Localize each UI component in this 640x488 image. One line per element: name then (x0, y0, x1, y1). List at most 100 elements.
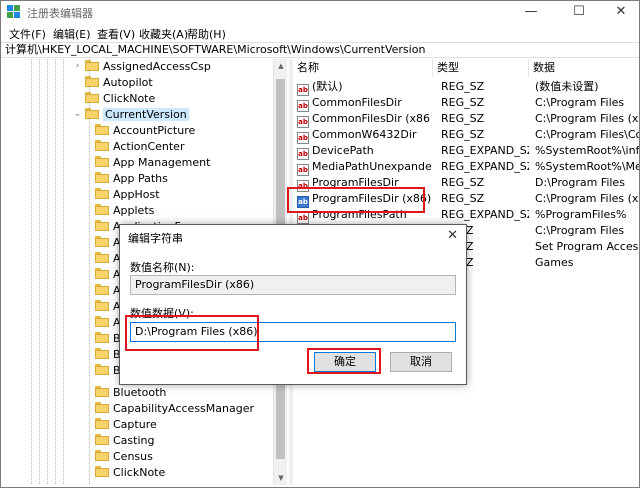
value-type: REG_SZ (441, 80, 485, 93)
cancel-button[interactable]: 取消 (390, 352, 452, 372)
tree-item[interactable]: AppHost (95, 187, 160, 203)
folder-icon (95, 316, 109, 327)
folder-icon (85, 92, 99, 103)
value-data: Set Program Access a (535, 240, 639, 253)
tree-item[interactable]: App Management (95, 155, 210, 171)
tree-guide-line (63, 59, 64, 485)
tree-item[interactable]: A (95, 267, 121, 283)
value-type: REG_SZ (441, 192, 485, 205)
tree-item-label: CapabilityAccessManager (113, 402, 254, 415)
value-data: C:\Program Files (x86) (535, 112, 639, 125)
tree-item-label: Bluetooth (113, 386, 167, 399)
value-data: %ProgramFiles% (535, 208, 627, 221)
tree-item[interactable]: AccountPicture (95, 123, 195, 139)
menu-file[interactable]: 文件(F) (9, 26, 46, 42)
folder-icon (95, 204, 109, 215)
tree-item[interactable]: B (95, 331, 121, 347)
value-name-field: ProgramFilesDir (x86) (130, 275, 456, 295)
tree-item[interactable]: B (95, 347, 121, 363)
tree-item-label: ClickNote (113, 466, 166, 479)
tree-item[interactable]: Casting (95, 433, 154, 449)
tree-item-label: ClickNote (103, 92, 156, 105)
tree-item-label: Capture (113, 418, 157, 431)
value-type: SZ (459, 255, 529, 271)
value-type: REG_SZ (441, 96, 485, 109)
column-header-data[interactable]: 数据 (529, 59, 639, 77)
tree-item[interactable]: A (95, 283, 121, 299)
folder-icon (95, 450, 109, 461)
folder-icon (85, 76, 99, 87)
dialog-close-icon[interactable]: ✕ (447, 228, 458, 243)
value-type: REG_EXPAND_SZ (441, 144, 529, 157)
tree-item-label: Applets (113, 204, 155, 217)
address-bar[interactable]: 计算机\HKEY_LOCAL_MACHINE\SOFTWARE\Microsof… (1, 42, 639, 58)
expand-arrow-icon[interactable]: › (73, 62, 82, 71)
minimize-button[interactable]: — (513, 1, 549, 23)
table-row[interactable]: ab MediaPathUnexpanded REG_EXPAND_SZ %Sys… (293, 159, 639, 176)
scroll-up-icon[interactable]: ▲ (274, 59, 288, 73)
folder-icon (95, 284, 109, 295)
value-data: D:\Program Files (535, 176, 625, 189)
highlight-box (307, 348, 381, 374)
folder-icon (95, 434, 109, 445)
tree-guide-line (31, 59, 32, 485)
value-name: DevicePath (312, 144, 374, 157)
folder-icon (95, 236, 109, 247)
collapse-arrow-icon[interactable]: ⌄ (73, 110, 82, 119)
folder-icon (95, 418, 109, 429)
folder-icon (95, 140, 109, 151)
value-type: REG_EXPAND_SZ (441, 160, 529, 173)
value-type: SZ (459, 223, 529, 239)
tree-item[interactable]: A (95, 235, 121, 251)
tree-item[interactable]: App Paths (95, 171, 168, 187)
table-row[interactable]: ab CommonFilesDir REG_SZ C:\Program Files (293, 95, 639, 112)
tree-item[interactable]: Bluetooth (95, 385, 166, 401)
tree-item[interactable]: B (95, 363, 121, 379)
tree-item[interactable]: A (95, 315, 121, 331)
table-row[interactable]: ab (默认) REG_SZ (数值未设置) (293, 79, 639, 96)
tree-item[interactable]: A (95, 251, 121, 267)
column-header-type[interactable]: 类型 (433, 59, 529, 77)
value-type: REG_SZ (441, 112, 485, 125)
tree-item-label: CurrentVersion (103, 108, 189, 121)
maximize-button[interactable]: ☐ (561, 1, 597, 23)
folder-icon (95, 300, 109, 311)
menu-help[interactable]: 帮助(H) (187, 26, 226, 42)
value-type: REG_SZ (441, 128, 485, 141)
menu-edit[interactable]: 编辑(E) (53, 26, 91, 42)
column-header-name[interactable]: 名称 (293, 59, 433, 77)
tree-item-label: ActionCenter (113, 140, 185, 153)
folder-open-icon (85, 108, 99, 119)
value-name: CommonFilesDir (312, 96, 402, 109)
tree-item[interactable]: ClickNote (95, 465, 165, 481)
table-row[interactable]: ab DevicePath REG_EXPAND_SZ %SystemRoot%\… (293, 143, 639, 160)
registry-editor-window: 注册表编辑器 — ☐ ✕ 文件(F) 编辑(E) 查看(V) 收藏夹(A) 帮助… (0, 0, 640, 488)
close-button[interactable]: ✕ (603, 1, 639, 23)
tree-item[interactable]: CapabilityAccessManager (95, 401, 254, 417)
value-name: (默认) (312, 80, 343, 93)
tree-item-label: AssignedAccessCsp (103, 60, 211, 73)
scroll-down-icon[interactable]: ▼ (274, 471, 288, 485)
folder-icon (95, 348, 109, 359)
value-type: REG_SZ (441, 176, 485, 189)
menu-favorites[interactable]: 收藏夹(A) (139, 26, 188, 42)
value-type: SZ (459, 239, 529, 255)
tree-guide-line (55, 59, 56, 485)
window-title: 注册表编辑器 (27, 7, 93, 20)
value-data: %SystemRoot%\inf (535, 144, 639, 157)
tree-item[interactable]: Census (95, 449, 153, 465)
tree-item[interactable]: A (95, 299, 121, 315)
tree-item-label: Census (113, 450, 153, 463)
tree-item[interactable]: Applets (95, 203, 154, 219)
value-data: C:\Program Files (x86) (535, 192, 639, 205)
tree-item[interactable]: Capture (95, 417, 157, 433)
table-row[interactable]: ab CommonFilesDir (x86) REG_SZ C:\Program… (293, 111, 639, 128)
highlight-box (125, 315, 259, 351)
value-data: C:\Program Files (535, 224, 625, 237)
tree-item[interactable]: ActionCenter (95, 139, 184, 155)
tree-item-label: Autopilot (103, 76, 153, 89)
title-bar: 注册表编辑器 — ☐ ✕ (1, 1, 639, 23)
table-row[interactable]: ab CommonW6432Dir REG_SZ C:\Program Files… (293, 127, 639, 144)
menu-view[interactable]: 查看(V) (97, 26, 135, 42)
registry-editor-icon (7, 5, 20, 18)
